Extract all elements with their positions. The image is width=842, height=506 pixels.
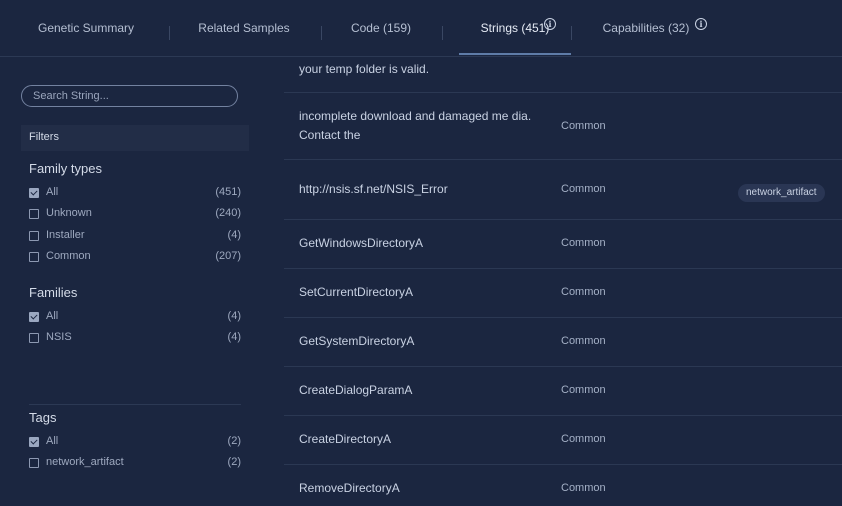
tab-label: Capabilities (32)	[602, 21, 690, 35]
string-value: http://nsis.sf.net/NSIS_Error	[299, 182, 448, 196]
string-family: Common	[561, 335, 606, 347]
string-value: GetWindowsDirectoryA	[299, 236, 424, 250]
strings-list: your temp folder is valid. incomplete do…	[262, 57, 842, 506]
string-family: Common	[561, 482, 606, 494]
tab-label: Related Samples	[198, 21, 290, 35]
string-value: CreateDirectoryA	[299, 432, 392, 446]
checkbox[interactable]	[29, 333, 39, 343]
tab-label: Genetic Summary	[37, 21, 135, 35]
filter-label: network_artifact	[46, 456, 124, 468]
string-value: GetSystemDirectoryA	[299, 334, 415, 348]
checkbox[interactable]	[29, 458, 39, 468]
filter-count: (2)	[227, 456, 241, 468]
tab-capabilities[interactable]: Capabilities (32)	[592, 0, 700, 56]
list-item[interactable]: http://nsis.sf.net/NSIS_Error Common net…	[284, 160, 842, 220]
filter-count: (207)	[215, 250, 241, 262]
string-family: Common	[561, 384, 606, 396]
filter-count: (4)	[227, 229, 241, 241]
string-value: your temp folder is valid.	[299, 62, 430, 76]
strings-view: Genetic Summary Related Samples Code (15…	[0, 0, 842, 506]
string-value: SetCurrentDirectoryA	[299, 285, 414, 299]
filters-sidebar: Filters Family types All (451) Unknown (…	[0, 57, 262, 506]
checkbox-checked[interactable]	[29, 437, 39, 447]
tab-divider	[571, 26, 572, 40]
filter-tag-all[interactable]: All (2)	[29, 435, 241, 449]
tab-label: Code (159)	[350, 21, 412, 35]
list-item[interactable]: CreateDialogParamA Common	[284, 367, 842, 416]
string-family: Common	[561, 237, 606, 249]
filter-label: Installer	[46, 229, 85, 241]
tab-related-samples[interactable]: Related Samples	[183, 0, 305, 56]
string-value: RemoveDirectoryA	[299, 481, 400, 495]
checkbox[interactable]	[29, 209, 39, 219]
filter-family-type-common[interactable]: Common (207)	[29, 250, 241, 264]
sidebar-divider	[29, 404, 241, 405]
families-title: Families	[29, 285, 78, 300]
tag-badge[interactable]: network_artifact	[738, 184, 825, 202]
list-item[interactable]: your temp folder is valid.	[284, 57, 842, 93]
tags-title: Tags	[29, 410, 57, 425]
filters-header: Filters	[21, 125, 249, 151]
filter-label: NSIS	[46, 331, 72, 343]
filter-tag-network-artifact[interactable]: network_artifact (2)	[29, 456, 241, 470]
tab-divider	[169, 26, 170, 40]
filter-family-type-unknown[interactable]: Unknown (240)	[29, 207, 241, 221]
filter-count: (4)	[227, 331, 241, 343]
filter-label: All	[46, 186, 59, 198]
list-item[interactable]: GetWindowsDirectoryA Common	[284, 220, 842, 269]
tab-divider	[442, 26, 443, 40]
list-item[interactable]: RemoveDirectoryA Common	[284, 465, 842, 506]
filter-label: Common	[46, 250, 91, 262]
filter-family-type-all[interactable]: All (451)	[29, 186, 241, 200]
filter-count: (240)	[215, 207, 241, 219]
filter-family-all[interactable]: All (4)	[29, 310, 241, 324]
list-item[interactable]: GetSystemDirectoryA Common	[284, 318, 842, 367]
list-item[interactable]: SetCurrentDirectoryA Common	[284, 269, 842, 318]
string-family: Common	[561, 286, 606, 298]
filter-count: (4)	[227, 310, 241, 322]
tab-genetic-summary[interactable]: Genetic Summary	[24, 0, 148, 56]
tab-divider	[321, 26, 322, 40]
filter-family-nsis[interactable]: NSIS (4)	[29, 331, 241, 345]
checkbox-checked[interactable]	[29, 312, 39, 322]
list-item[interactable]: incomplete download and damaged me dia. …	[284, 93, 842, 160]
filter-label: All	[46, 435, 59, 447]
filters-title: Filters	[29, 131, 59, 143]
list-item[interactable]: CreateDirectoryA Common	[284, 416, 842, 465]
string-family: Common	[561, 433, 606, 445]
string-family: Common	[561, 120, 606, 132]
filter-label: Unknown	[46, 207, 92, 219]
filter-label: All	[46, 310, 59, 322]
string-value: CreateDialogParamA	[299, 383, 413, 397]
filter-family-type-installer[interactable]: Installer (4)	[29, 229, 241, 243]
checkbox[interactable]	[29, 252, 39, 262]
checkbox[interactable]	[29, 231, 39, 241]
checkbox-checked[interactable]	[29, 188, 39, 198]
filter-count: (2)	[227, 435, 241, 447]
tab-bar: Genetic Summary Related Samples Code (15…	[0, 0, 842, 57]
filter-count: (451)	[215, 186, 241, 198]
family-types-title: Family types	[29, 161, 102, 176]
tab-code[interactable]: Code (159)	[336, 0, 426, 56]
string-value: incomplete download and damaged me dia. …	[299, 109, 532, 142]
tab-label: Strings (451)	[480, 21, 550, 35]
capabilities-info-icon[interactable]: i	[695, 18, 707, 30]
search-string-input[interactable]	[21, 85, 238, 107]
strings-info-icon[interactable]: i	[544, 18, 556, 30]
string-family: Common	[561, 183, 606, 195]
